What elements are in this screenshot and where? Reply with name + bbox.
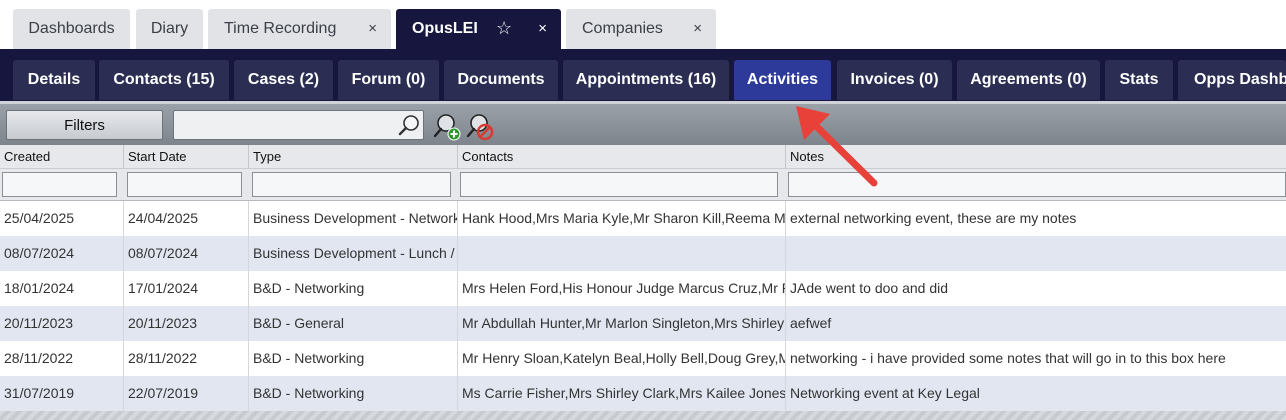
cell-notes: aefwef xyxy=(790,315,832,331)
tab-activities[interactable]: Activities xyxy=(734,60,831,100)
cell-notes: JAde went to doo and did xyxy=(790,280,949,296)
cell-created: 18/01/2024 xyxy=(0,271,124,306)
close-icon[interactable]: × xyxy=(368,20,377,37)
tab-opps-dashboard[interactable]: Opps Dashbo xyxy=(1178,60,1286,100)
tab-diary[interactable]: Diary xyxy=(136,9,203,49)
cell-notes xyxy=(786,236,1286,271)
close-icon[interactable]: × xyxy=(693,20,702,37)
tab-label: Cases (2) xyxy=(247,71,320,88)
activities-grid: 25/04/2025 24/04/2025 Business Developme… xyxy=(0,201,1286,411)
cell-contacts: Mrs Helen Ford,His Honour Judge Marcus C… xyxy=(458,271,786,306)
search-icon[interactable] xyxy=(396,113,422,137)
cell-created: 28/11/2022 xyxy=(0,341,124,376)
table-row[interactable]: 25/04/2025 24/04/2025 Business Developme… xyxy=(0,201,1286,236)
cell-start-date: 17/01/2024 xyxy=(124,271,249,306)
tab-label: Opps Dashbo xyxy=(1194,71,1286,88)
grid-footer-strip xyxy=(0,411,1286,420)
filter-toolbar: Filters xyxy=(0,101,1286,145)
cell-notes: Networking event at Key Legal xyxy=(790,385,980,401)
filter-contacts-input[interactable] xyxy=(461,173,777,196)
cell-created: 25/04/2025 xyxy=(0,201,124,236)
tab-forum[interactable]: Forum (0) xyxy=(338,60,439,100)
search-input[interactable] xyxy=(176,113,391,137)
filter-type-input[interactable] xyxy=(253,173,450,196)
column-header-type[interactable]: Type xyxy=(249,145,458,169)
tab-agreements[interactable]: Agreements (0) xyxy=(957,60,1100,100)
table-row[interactable]: 18/01/2024 17/01/2024 B&D - Networking M… xyxy=(0,271,1286,306)
table-row[interactable]: 28/11/2022 28/11/2022 B&D - Networking M… xyxy=(0,341,1286,376)
filter-contacts-field[interactable] xyxy=(460,172,778,197)
cell-created: 20/11/2023 xyxy=(0,306,124,341)
tab-label: OpusLEI xyxy=(412,20,478,37)
tab-appointments[interactable]: Appointments (16) xyxy=(563,60,729,100)
cell-start-date: 20/11/2023 xyxy=(124,306,249,341)
add-filter-icon[interactable] xyxy=(433,112,461,142)
cell-contacts: Mr Abdullah Hunter,Mr Marlon Singleton,M… xyxy=(458,306,786,341)
cell-type: B&D - General xyxy=(249,306,458,341)
tab-label: Contacts (15) xyxy=(113,71,215,88)
table-row[interactable]: 20/11/2023 20/11/2023 B&D - General Mr A… xyxy=(0,306,1286,341)
cell-notes: external networking event, these are my … xyxy=(790,210,1077,226)
cell-type: Business Development - Lunch / xyxy=(249,236,458,271)
cell-type: Business Development - Networking xyxy=(249,201,458,236)
cell-contacts: Hank Hood,Mrs Maria Kyle,Mr Sharon Kill,… xyxy=(458,201,786,236)
column-header-start-date[interactable]: Start Date xyxy=(124,145,249,169)
cell-notes: networking - i have provided some notes … xyxy=(790,350,1226,366)
cell-start-date: 28/11/2022 xyxy=(124,341,249,376)
column-header-contacts[interactable]: Contacts xyxy=(458,145,786,169)
tab-label: Appointments (16) xyxy=(575,71,717,88)
cell-created: 31/07/2019 xyxy=(0,376,124,411)
star-icon[interactable]: ☆ xyxy=(496,18,512,39)
tab-label: Forum (0) xyxy=(351,71,426,88)
cell-created: 08/07/2024 xyxy=(0,236,124,271)
table-row[interactable]: 08/07/2024 08/07/2024 Business Developme… xyxy=(0,236,1286,271)
column-header-created[interactable]: Created xyxy=(0,145,124,169)
cell-start-date: 24/04/2025 xyxy=(124,201,249,236)
filter-created-field[interactable] xyxy=(2,172,117,197)
column-header-notes[interactable]: Notes xyxy=(786,145,1286,169)
tab-stats[interactable]: Stats xyxy=(1105,60,1173,100)
tab-details[interactable]: Details xyxy=(13,60,95,100)
filter-type-field[interactable] xyxy=(252,172,451,197)
filter-start-date-field[interactable] xyxy=(127,172,242,197)
tab-label: Diary xyxy=(150,20,189,37)
top-tab-bar: Dashboards Diary Time Recording × OpusLE… xyxy=(0,0,1286,49)
cell-contacts xyxy=(458,236,786,271)
cell-contacts: Ms Carrie Fisher,Mrs Shirley Clark,Mrs K… xyxy=(458,376,786,411)
filter-notes-input[interactable] xyxy=(789,173,1285,196)
tab-documents[interactable]: Documents xyxy=(444,60,558,100)
search-box xyxy=(173,110,424,140)
tab-label: Documents xyxy=(457,71,545,88)
cell-type: B&D - Networking xyxy=(249,376,458,411)
tab-time-recording[interactable]: Time Recording × xyxy=(208,9,391,49)
tab-label: Activities xyxy=(746,71,819,88)
filter-start-date-input[interactable] xyxy=(128,173,241,196)
clear-filter-icon[interactable] xyxy=(466,112,494,142)
table-row[interactable]: 31/07/2019 22/07/2019 B&D - Networking M… xyxy=(0,376,1286,411)
cell-start-date: 08/07/2024 xyxy=(124,236,249,271)
tab-label: Stats xyxy=(1119,71,1159,88)
tab-companies[interactable]: Companies × xyxy=(566,9,716,49)
tab-label: Dashboards xyxy=(28,20,115,37)
tab-opuslei[interactable]: OpusLEI ☆ × xyxy=(396,9,561,49)
tab-label: Details xyxy=(27,71,81,88)
tab-label: Time Recording xyxy=(224,20,337,37)
grid-header: Created Start Date Type Contacts Notes xyxy=(0,145,1286,201)
cell-type: B&D - Networking xyxy=(249,341,458,376)
tab-dashboards[interactable]: Dashboards xyxy=(13,9,130,49)
cell-type: B&D - Networking xyxy=(249,271,458,306)
filter-notes-field[interactable] xyxy=(788,172,1286,197)
tab-invoices[interactable]: Invoices (0) xyxy=(837,60,952,100)
cell-start-date: 22/07/2019 xyxy=(124,376,249,411)
filter-created-input[interactable] xyxy=(3,173,116,196)
tab-contacts[interactable]: Contacts (15) xyxy=(99,60,229,100)
filters-button[interactable]: Filters xyxy=(6,110,163,140)
tab-label: Agreements (0) xyxy=(970,71,1087,88)
record-tab-bar: Details Contacts (15) Cases (2) Forum (0… xyxy=(0,49,1286,101)
tab-label: Invoices (0) xyxy=(850,71,939,88)
cell-contacts: Mr Henry Sloan,Katelyn Beal,Holly Bell,D… xyxy=(458,341,786,376)
close-icon[interactable]: × xyxy=(538,20,547,37)
tab-cases[interactable]: Cases (2) xyxy=(234,60,333,100)
